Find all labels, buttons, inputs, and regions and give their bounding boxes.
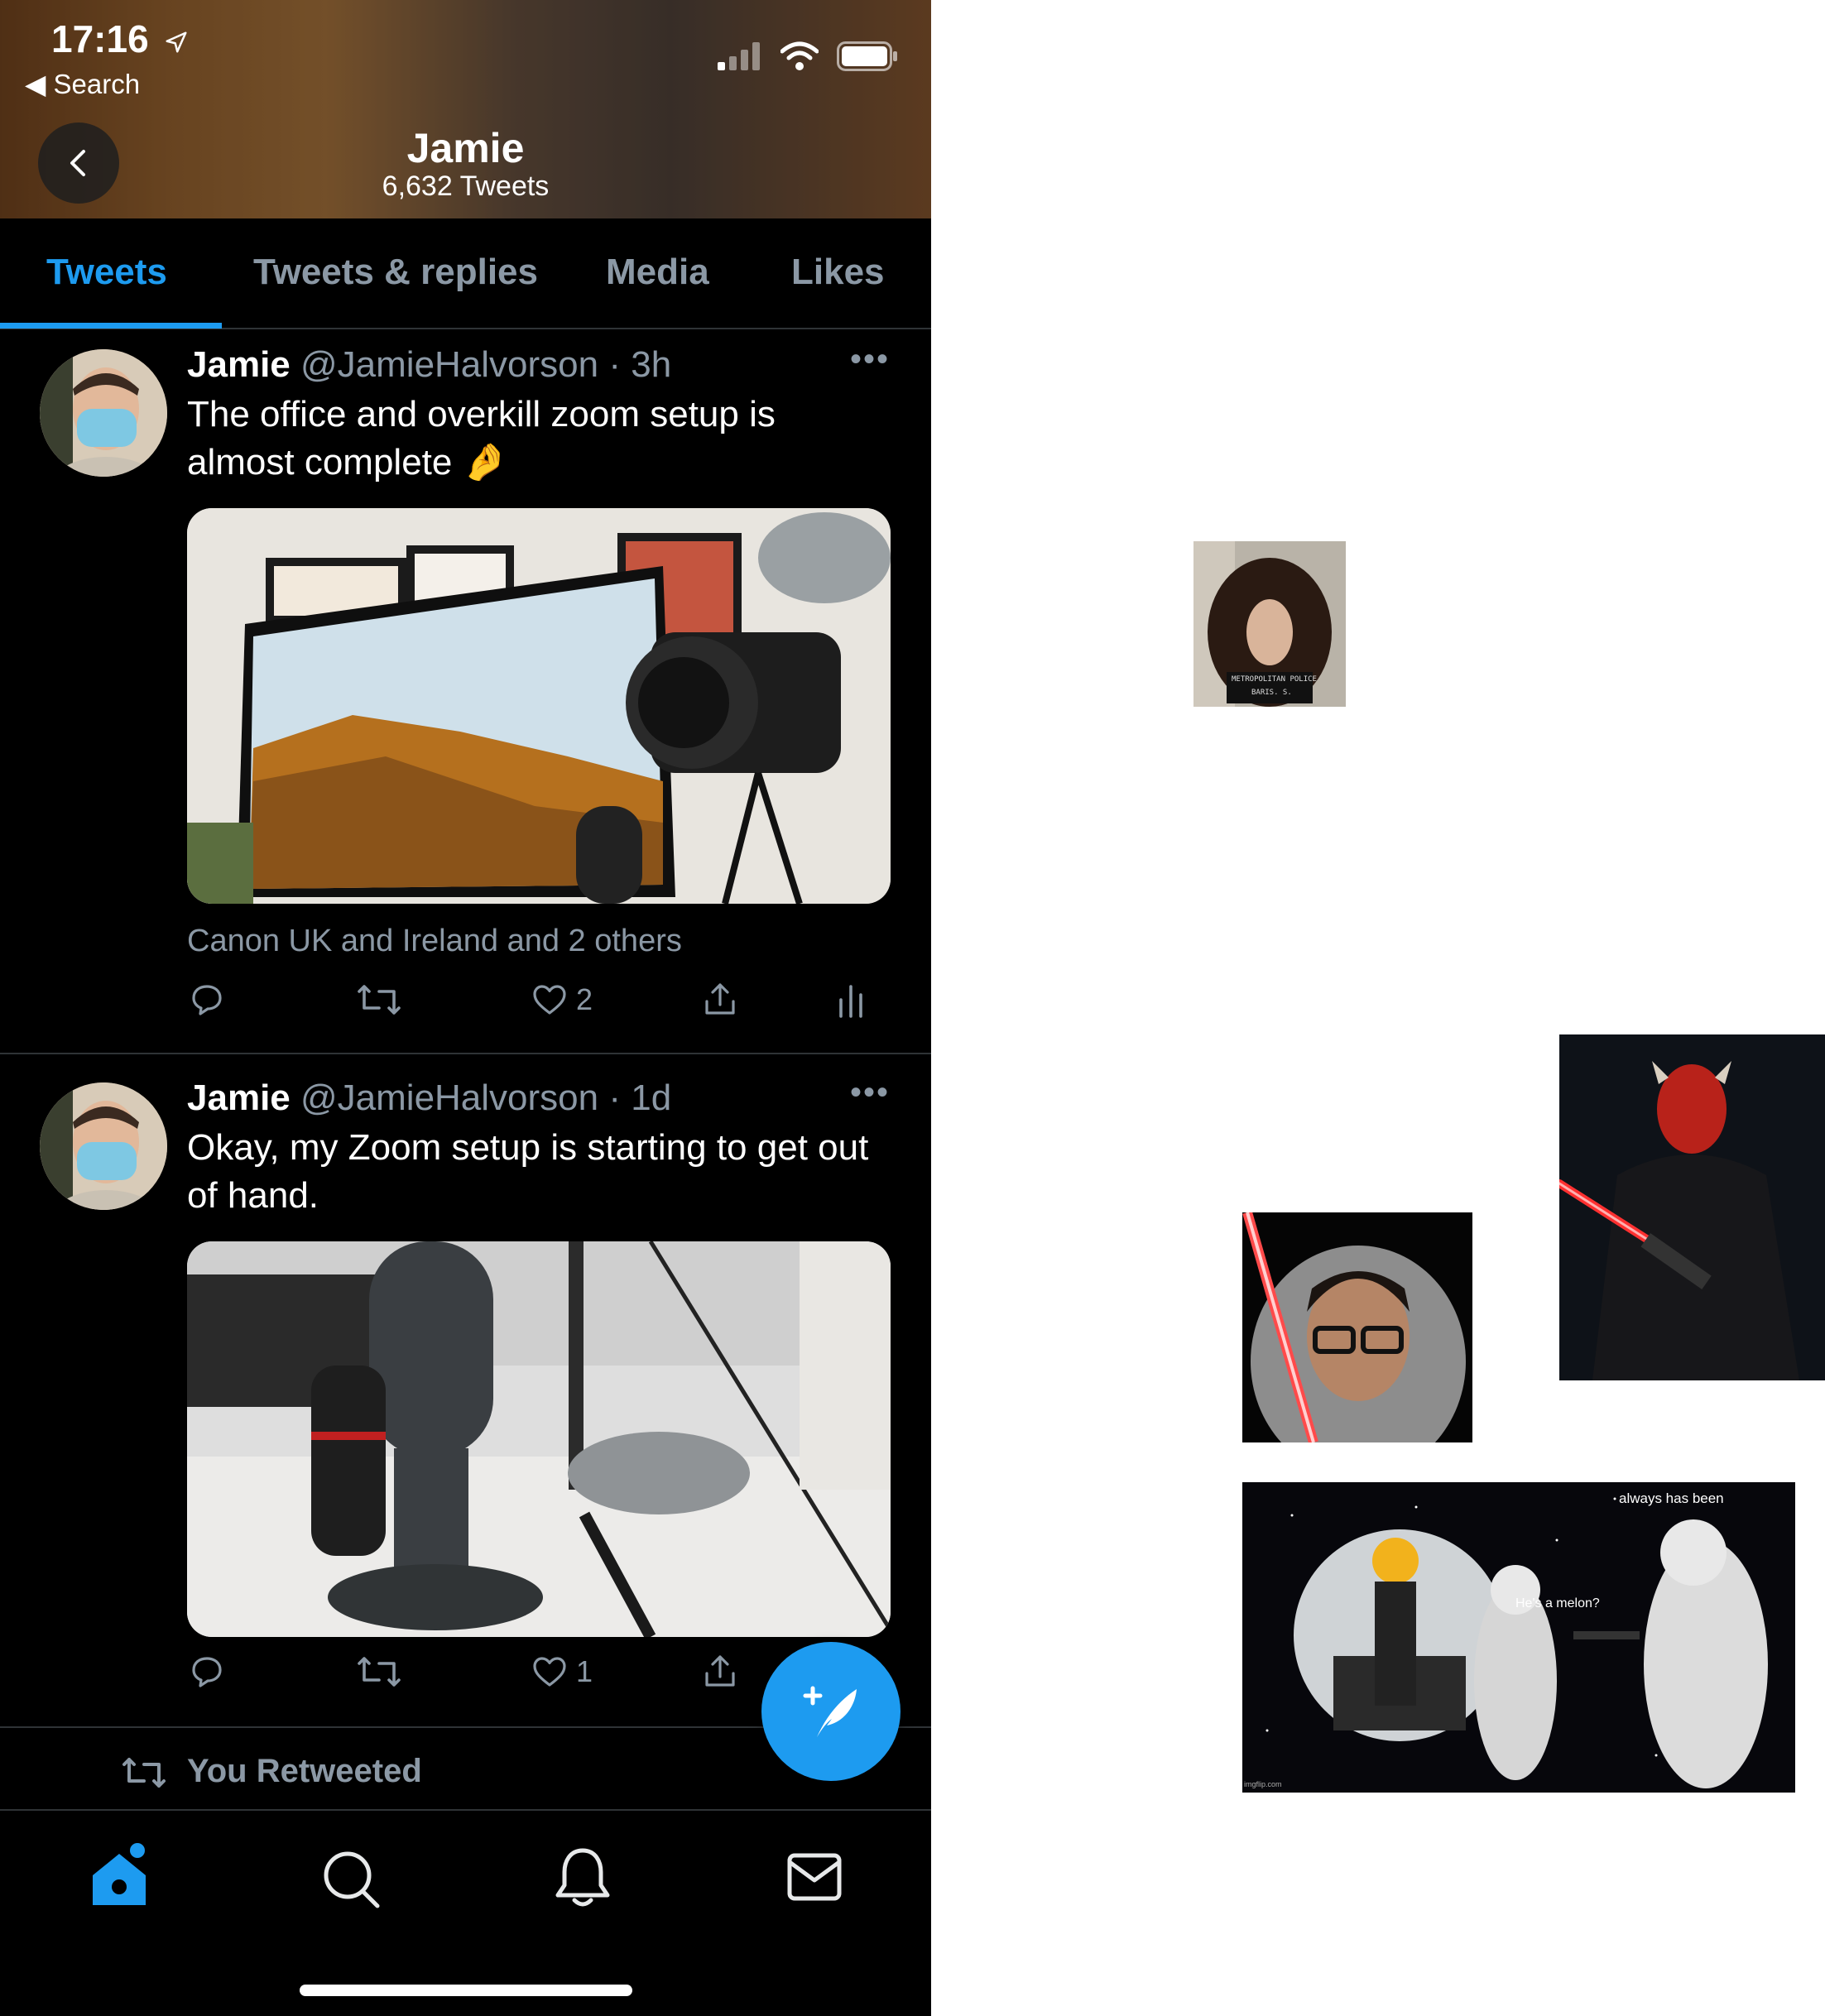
signal-icon bbox=[718, 42, 760, 70]
meme-watermark: imgflip.com bbox=[1244, 1780, 1282, 1788]
mugshot-name: BARIS. S. bbox=[1251, 689, 1292, 697]
tweet-time: · 3h bbox=[608, 344, 672, 385]
profile-header: 17:16 ◀ Search Jamie 6,632 Tweets bbox=[0, 0, 931, 218]
status-icons bbox=[718, 41, 898, 71]
tweet-count: 6,632 Tweets bbox=[382, 170, 550, 202]
share-button[interactable] bbox=[700, 980, 740, 1020]
more-options-icon[interactable]: ••• bbox=[850, 341, 890, 378]
retweet-icon bbox=[122, 1758, 166, 1788]
profile-name: Jamie bbox=[406, 125, 525, 171]
retweet-icon bbox=[358, 985, 401, 1015]
back-to-app-link[interactable]: ◀ Search bbox=[25, 68, 140, 100]
search-icon bbox=[324, 1851, 380, 1908]
tagged-users[interactable]: Canon UK and Ireland and 2 others bbox=[187, 924, 682, 959]
tweet-author-handle[interactable]: @JamieHalvorson bbox=[300, 344, 598, 385]
twitter-app-screenshot: 17:16 ◀ Search Jamie 6,632 Tweets Tweets… bbox=[0, 0, 931, 2016]
avatar[interactable] bbox=[40, 349, 167, 477]
tweet-author-name[interactable]: Jamie bbox=[187, 1078, 291, 1118]
like-count: 1 bbox=[576, 1654, 593, 1688]
tweet-author-handle[interactable]: @JamieHalvorson bbox=[300, 1078, 598, 1118]
more-options-icon[interactable]: ••• bbox=[850, 1074, 890, 1111]
tweet-header: Jamie @JamieHalvorson · 3h bbox=[187, 344, 671, 386]
mugshot-caption: METROPOLITAN POLICE bbox=[1232, 675, 1317, 684]
active-tab-indicator bbox=[0, 323, 222, 329]
share-icon bbox=[705, 1655, 735, 1687]
like-button[interactable]: 1 bbox=[530, 1652, 593, 1692]
tweet[interactable]: Jamie @JamieHalvorson · 1d ••• Okay, my … bbox=[0, 1054, 931, 1726]
compose-tweet-button[interactable] bbox=[761, 1642, 900, 1781]
tweet-time: · 1d bbox=[608, 1078, 672, 1118]
mail-icon bbox=[787, 1853, 842, 1901]
retweet-button[interactable] bbox=[356, 1652, 402, 1692]
retweet-button[interactable] bbox=[356, 980, 402, 1020]
nav-messages[interactable] bbox=[781, 1842, 848, 1916]
tweet-actions: 2 bbox=[187, 980, 882, 1030]
reply-button[interactable] bbox=[187, 1652, 227, 1692]
reply-icon bbox=[192, 985, 222, 1015]
heart-icon bbox=[533, 1657, 566, 1687]
retweet-label: You Retweeted bbox=[187, 1753, 422, 1789]
wifi-icon bbox=[780, 41, 819, 70]
heart-icon bbox=[533, 985, 566, 1015]
mugshot-image: METROPOLITAN POLICE BARIS. S. bbox=[1193, 541, 1346, 707]
tab-tweets[interactable]: Tweets bbox=[46, 252, 167, 293]
tweet[interactable]: Jamie @JamieHalvorson · 3h ••• The offic… bbox=[0, 329, 931, 1054]
location-arrow-icon bbox=[166, 31, 187, 53]
profile-tabs: Tweets Tweets & replies Media Likes bbox=[0, 218, 931, 329]
tweet-image[interactable] bbox=[187, 508, 891, 904]
darth-maul-image bbox=[1559, 1034, 1825, 1380]
share-button[interactable] bbox=[700, 1652, 740, 1692]
share-icon bbox=[705, 983, 735, 1015]
tab-media[interactable]: Media bbox=[606, 252, 709, 293]
tab-tweets-replies[interactable]: Tweets & replies bbox=[253, 252, 538, 293]
tweet-header: Jamie @JamieHalvorson · 1d bbox=[187, 1078, 671, 1119]
meme-caption-top: always has been bbox=[1619, 1490, 1724, 1506]
reply-icon bbox=[192, 1657, 222, 1687]
reply-button[interactable] bbox=[187, 980, 227, 1020]
nav-notifications[interactable] bbox=[550, 1842, 616, 1916]
nav-search[interactable] bbox=[318, 1842, 384, 1916]
home-indicator[interactable] bbox=[300, 1985, 632, 1996]
tweet-text: The office and overkill zoom setup is al… bbox=[187, 394, 776, 482]
nav-home[interactable] bbox=[86, 1842, 152, 1916]
like-count: 2 bbox=[576, 982, 593, 1016]
avatar[interactable] bbox=[40, 1082, 167, 1210]
person-with-lightsaber-image bbox=[1242, 1212, 1472, 1442]
home-icon bbox=[93, 1843, 146, 1905]
battery-icon bbox=[837, 41, 897, 71]
meme-caption-middle: He's a melon? bbox=[1515, 1596, 1600, 1610]
analytics-icon bbox=[839, 985, 862, 1018]
tweet-text: Okay, my Zoom setup is starting to get o… bbox=[187, 1127, 869, 1216]
analytics-button[interactable] bbox=[836, 980, 869, 1020]
bell-icon bbox=[555, 1848, 610, 1907]
compose-feather-icon bbox=[803, 1686, 857, 1737]
tweet-author-name[interactable]: Jamie bbox=[187, 344, 291, 385]
tweet-image[interactable] bbox=[187, 1241, 891, 1637]
always-has-been-meme-image: always has been He's a melon? imgflip.co… bbox=[1242, 1482, 1795, 1793]
tab-likes[interactable]: Likes bbox=[791, 252, 885, 293]
retweet-icon bbox=[358, 1657, 401, 1687]
like-button[interactable]: 2 bbox=[530, 980, 593, 1020]
status-time: 17:16 bbox=[51, 17, 189, 61]
